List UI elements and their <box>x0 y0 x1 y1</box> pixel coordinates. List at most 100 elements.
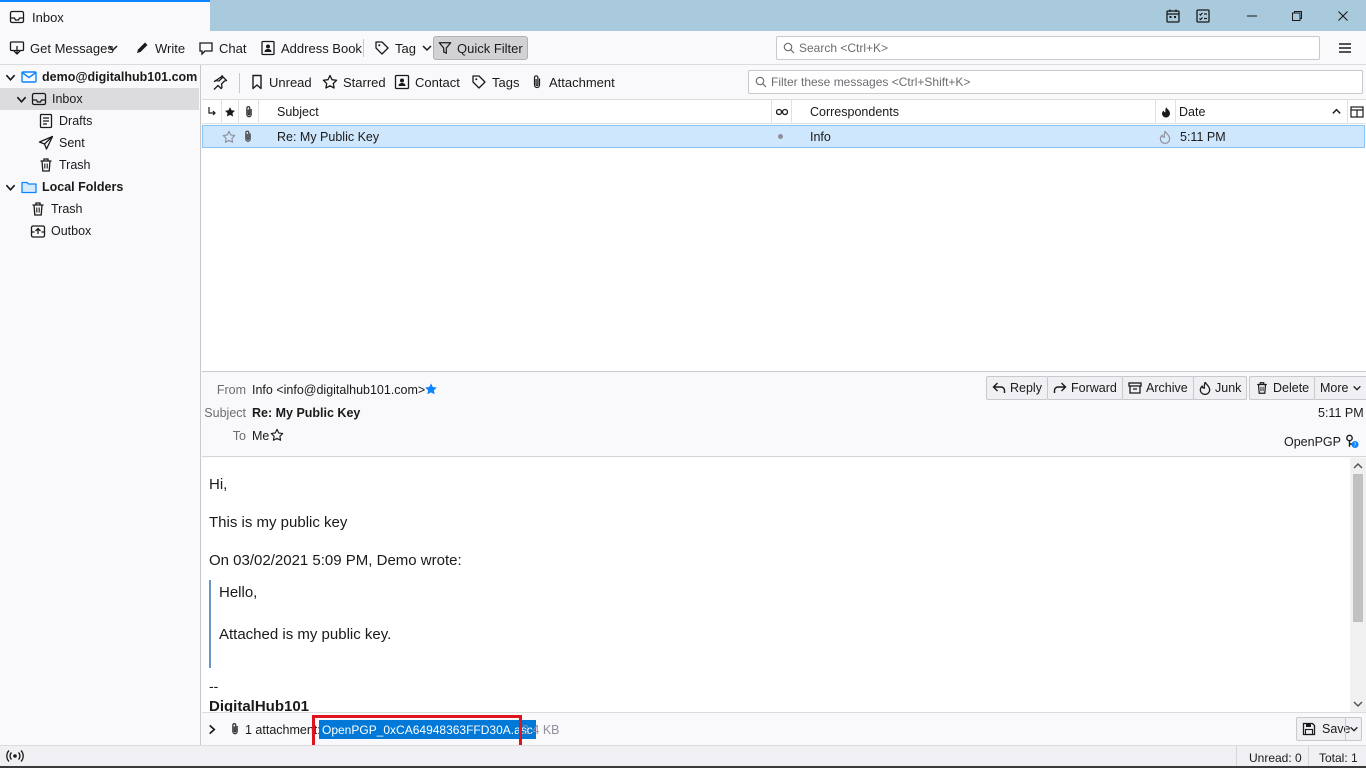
paperclip-icon <box>530 74 544 90</box>
subject-column-label: Subject <box>277 105 319 119</box>
folder-icon <box>21 179 37 195</box>
folder-drafts[interactable]: Drafts <box>0 110 199 132</box>
search-icon <box>783 42 795 54</box>
thread-column[interactable] <box>202 100 222 124</box>
folder-local-trash[interactable]: Trash <box>0 198 199 220</box>
close-icon[interactable] <box>1320 0 1366 31</box>
attachment-column[interactable] <box>239 100 259 124</box>
chat-button[interactable]: Chat <box>194 36 250 60</box>
read-dot-icon[interactable] <box>778 134 783 139</box>
address-book-button[interactable]: Address Book <box>256 36 366 60</box>
quote-line: Attached is my public key. <box>219 626 392 643</box>
tab-inbox[interactable]: Inbox <box>0 0 210 32</box>
paperclip-icon <box>229 721 241 737</box>
junk-status-column[interactable] <box>1156 100 1176 124</box>
download-icon <box>9 40 25 56</box>
filter-messages-input[interactable]: Filter these messages <Ctrl+Shift+K> <box>748 70 1363 94</box>
contact-icon <box>394 74 410 90</box>
folder-account[interactable]: demo@digitalhub101.com <box>0 66 199 88</box>
thread-icon <box>207 106 217 118</box>
get-messages-button[interactable]: Get Messages <box>5 36 118 60</box>
folder-local-folders[interactable]: Local Folders <box>0 176 199 198</box>
app-menu-button[interactable] <box>1334 36 1356 60</box>
folder-trash[interactable]: Trash <box>0 154 199 176</box>
thread-list: Re: My Public Key Info 5:11 PM <box>202 124 1366 372</box>
from-label: From <box>216 383 246 397</box>
body-scrollbar[interactable] <box>1350 458 1366 712</box>
filter-icon <box>438 41 452 55</box>
get-messages-label: Get Messages <box>30 40 114 56</box>
table-row[interactable]: Re: My Public Key Info 5:11 PM <box>202 125 1365 148</box>
reply-icon <box>992 381 1006 395</box>
flame-icon[interactable] <box>1159 130 1171 144</box>
folder-inbox[interactable]: Inbox <box>0 88 199 110</box>
tags-filter-button[interactable]: Tags <box>471 71 519 93</box>
chevron-down-icon[interactable] <box>3 182 17 193</box>
get-messages-dropdown[interactable] <box>104 36 122 60</box>
chevron-down-icon[interactable] <box>14 94 28 105</box>
scroll-up-icon[interactable] <box>1353 462 1363 470</box>
sent-icon <box>38 135 54 151</box>
folder-sent[interactable]: Sent <box>0 132 199 154</box>
save-attachment-button[interactable]: Save <box>1296 717 1362 741</box>
openpgp-label[interactable]: OpenPGP <box>1284 435 1341 449</box>
tags-label: Tags <box>492 74 520 90</box>
attachment-filter-button[interactable]: Attachment <box>530 71 615 93</box>
starred-column[interactable] <box>222 100 239 124</box>
from-value[interactable]: Info <info@digitalhub101.com> <box>252 383 425 397</box>
date-column[interactable]: Date <box>1176 100 1348 124</box>
folder-label: Inbox <box>52 92 83 106</box>
quote-line: Hello, <box>219 584 258 601</box>
folder-label: Trash <box>51 202 83 216</box>
bookmark-icon <box>250 74 264 90</box>
forward-button[interactable]: Forward <box>1047 376 1123 400</box>
forward-label: Forward <box>1071 381 1117 395</box>
online-status-icon[interactable] <box>6 749 24 763</box>
tag-label: Tag <box>395 40 416 56</box>
global-search-input[interactable]: Search <Ctrl+K> <box>776 36 1320 60</box>
quick-filter-button[interactable]: Quick Filter <box>433 36 528 60</box>
column-picker-icon[interactable] <box>1350 105 1364 119</box>
star-filled-icon[interactable] <box>424 382 438 396</box>
tag-button[interactable]: Tag <box>370 36 437 60</box>
delete-button[interactable]: Delete <box>1249 376 1316 400</box>
trash-icon <box>38 157 54 173</box>
write-button[interactable]: Write <box>130 36 189 60</box>
chevron-down-icon[interactable] <box>1349 724 1359 734</box>
minimize-icon[interactable] <box>1229 0 1275 31</box>
correspondents-column[interactable]: Correspondents <box>792 100 1156 124</box>
chevron-down-icon[interactable] <box>3 72 17 83</box>
archive-button[interactable]: Archive <box>1122 376 1194 400</box>
to-value[interactable]: Me <box>252 429 269 443</box>
contact-filter-button[interactable]: Contact <box>394 71 460 93</box>
more-button[interactable]: More <box>1314 376 1366 400</box>
subject-label: Subject <box>204 406 246 420</box>
scrollbar-thumb[interactable] <box>1353 474 1363 622</box>
delete-label: Delete <box>1273 381 1310 395</box>
chevron-down-icon <box>421 42 433 54</box>
chevron-right-icon[interactable] <box>207 724 217 735</box>
starred-filter-button[interactable]: Starred <box>322 71 386 93</box>
body-line: This is my public key <box>209 514 348 531</box>
to-label: To <box>232 429 246 443</box>
subject-column[interactable]: Subject <box>259 100 772 124</box>
search-placeholder: Search <Ctrl+K> <box>799 41 889 55</box>
sticky-filter-button[interactable] <box>212 71 228 93</box>
sort-ascending-icon <box>1331 106 1342 117</box>
scroll-down-icon[interactable] <box>1353 700 1363 708</box>
tasks-icon[interactable] <box>1183 0 1223 31</box>
star-icon[interactable] <box>222 130 236 144</box>
attachment-bar: 1 attachment: OpenPGP_0xCA64948363FFD30A… <box>202 712 1366 752</box>
junk-button[interactable]: Junk <box>1193 376 1248 400</box>
unread-filter-button[interactable]: Unread <box>250 71 312 93</box>
openpgp-status-icon[interactable]: ? <box>1343 433 1359 449</box>
read-status-column[interactable] <box>772 100 792 124</box>
search-icon <box>755 76 767 88</box>
reply-button[interactable]: Reply <box>986 376 1048 400</box>
star-icon[interactable] <box>270 428 284 442</box>
tab-title: Inbox <box>32 9 64 25</box>
message-time: 5:11 PM <box>1318 406 1364 420</box>
folder-outbox[interactable]: Outbox <box>0 220 199 242</box>
restore-icon[interactable] <box>1274 0 1320 31</box>
save-divider <box>1345 718 1346 740</box>
